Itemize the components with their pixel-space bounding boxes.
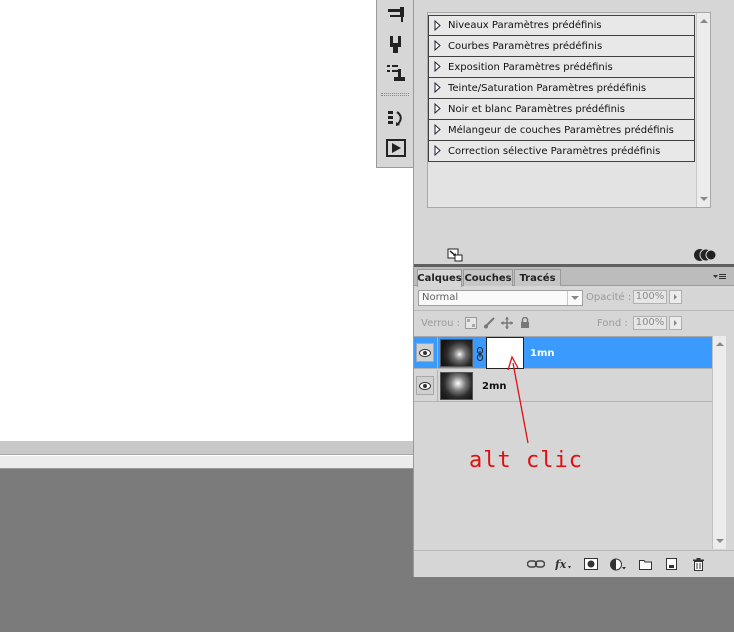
layers-panel-tabs: Calques Couches Tracés	[414, 267, 734, 287]
adjustment-layer-icon[interactable]	[610, 557, 626, 571]
scroll-down-arrow-icon[interactable]	[716, 539, 724, 543]
document-canvas[interactable]	[0, 0, 413, 441]
opacity-slider-button[interactable]	[669, 290, 682, 304]
layers-scrollbar[interactable]	[712, 336, 726, 549]
expand-triangle-icon	[434, 61, 441, 72]
workspace-background	[0, 470, 413, 632]
opacity-label: Opacité :	[586, 292, 632, 303]
preset-label: Teinte/Saturation Paramètres prédéfinis	[448, 82, 647, 94]
fill-label: Fond :	[597, 318, 628, 329]
tool-presets-icon[interactable]	[385, 63, 407, 83]
lock-transparent-pixels-icon[interactable]	[464, 316, 478, 330]
preset-label: Noir et blanc Paramètres prédéfinis	[448, 103, 625, 115]
visibility-eye-icon[interactable]	[416, 376, 434, 395]
horizontal-scrollbar[interactable]	[0, 455, 413, 469]
expand-triangle-icon	[434, 124, 441, 135]
panel-icons-strip	[376, 0, 413, 168]
column-divider	[437, 337, 438, 369]
layer-row-2mn[interactable]: 2mn	[414, 370, 712, 402]
lock-label: Verrou :	[421, 318, 461, 329]
annotation-arrow	[507, 355, 529, 444]
link-layers-icon[interactable]	[527, 557, 545, 571]
right-panel-dock: Niveaux Paramètres prédéfinis Courbes Pa…	[413, 0, 734, 577]
preset-item-niveaux[interactable]: Niveaux Paramètres prédéfinis	[428, 15, 695, 36]
add-mask-icon[interactable]	[584, 557, 598, 571]
expand-triangle-icon	[434, 103, 441, 114]
chain-link-icon[interactable]	[476, 346, 484, 365]
tab-label: Couches	[464, 272, 512, 284]
preset-item-courbes[interactable]: Courbes Paramètres prédéfinis	[428, 36, 695, 57]
preset-item-melangeur-de-couches[interactable]: Mélangeur de couches Paramètres prédéfin…	[428, 120, 695, 141]
lock-all-icon[interactable]	[518, 316, 532, 330]
canvas-bottom-edge	[0, 441, 413, 455]
visibility-eye-icon[interactable]	[416, 343, 434, 362]
svg-text:fx: fx	[555, 558, 567, 570]
new-layer-icon[interactable]	[666, 557, 677, 571]
preset-label: Exposition Paramètres prédéfinis	[448, 61, 613, 73]
clone-source-icon[interactable]	[385, 34, 407, 54]
fill-field[interactable]: 100%	[633, 316, 667, 330]
new-group-icon[interactable]	[639, 557, 652, 571]
scroll-up-arrow-icon[interactable]	[700, 19, 708, 23]
panel-menu-icon[interactable]	[713, 273, 727, 284]
tab-label: Tracés	[519, 272, 556, 284]
blend-mode-select[interactable]: Normal	[418, 290, 583, 306]
panel-group-separator	[381, 93, 409, 96]
expand-triangle-icon	[434, 82, 441, 93]
lock-position-icon[interactable]	[500, 316, 514, 330]
trash-icon[interactable]	[693, 557, 704, 571]
preset-label: Mélangeur de couches Paramètres prédéfin…	[448, 124, 674, 136]
tab-traces[interactable]: Tracés	[514, 269, 561, 286]
column-divider	[437, 370, 438, 402]
tab-couches[interactable]: Couches	[463, 269, 513, 286]
preset-item-teinte-saturation[interactable]: Teinte/Saturation Paramètres prédéfinis	[428, 78, 695, 99]
scroll-down-arrow-icon[interactable]	[700, 197, 708, 201]
tab-label: Calques	[417, 273, 462, 284]
expand-triangle-icon	[434, 40, 441, 51]
layers-bottom-toolbar: fx	[414, 550, 734, 577]
play-action-icon[interactable]	[385, 138, 407, 158]
preset-item-correction-selective[interactable]: Correction sélective Paramètres prédéfin…	[428, 141, 695, 162]
expand-triangle-icon	[434, 20, 441, 31]
workspace-background	[413, 577, 734, 632]
preset-label: Niveaux Paramètres prédéfinis	[448, 20, 602, 31]
adjustment-preset-list: Niveaux Paramètres prédéfinis Courbes Pa…	[428, 15, 695, 162]
preset-item-exposition[interactable]: Exposition Paramètres prédéfinis	[428, 57, 695, 78]
scroll-up-arrow-icon[interactable]	[716, 342, 724, 346]
separator-line	[414, 310, 734, 311]
preset-label: Courbes Paramètres prédéfinis	[448, 40, 603, 52]
expand-triangle-icon	[434, 145, 441, 156]
tab-calques[interactable]: Calques	[417, 269, 462, 287]
lock-image-pixels-icon[interactable]	[482, 316, 496, 330]
preset-label: Correction sélective Paramètres prédéfin…	[448, 145, 661, 157]
blend-mode-value: Normal	[422, 292, 459, 303]
layer-row-1mn[interactable]: 1mn	[414, 337, 712, 369]
preset-item-noir-et-blanc[interactable]: Noir et blanc Paramètres prédéfinis	[428, 99, 695, 120]
brush-preset-icon[interactable]	[385, 4, 407, 24]
fill-slider-button[interactable]	[669, 316, 682, 330]
layers-list: 1mn 2mn	[414, 336, 712, 549]
annotation-text: alt clic	[469, 448, 583, 473]
photoshop-window: Niveaux Paramètres prédéfinis Courbes Pa…	[0, 0, 734, 632]
layer-thumbnail[interactable]	[440, 339, 473, 367]
layer-thumbnail[interactable]	[440, 372, 473, 400]
lock-options	[464, 316, 532, 330]
adjustments-presets-panel: Niveaux Paramètres prédéfinis Courbes Pa…	[427, 12, 711, 208]
chevron-down-icon[interactable]	[567, 291, 582, 305]
history-icon[interactable]	[385, 108, 407, 128]
adjustments-scrollbar[interactable]	[696, 13, 710, 207]
layer-style-fx-icon[interactable]: fx	[555, 557, 571, 571]
opacity-field[interactable]: 100%	[633, 290, 667, 304]
